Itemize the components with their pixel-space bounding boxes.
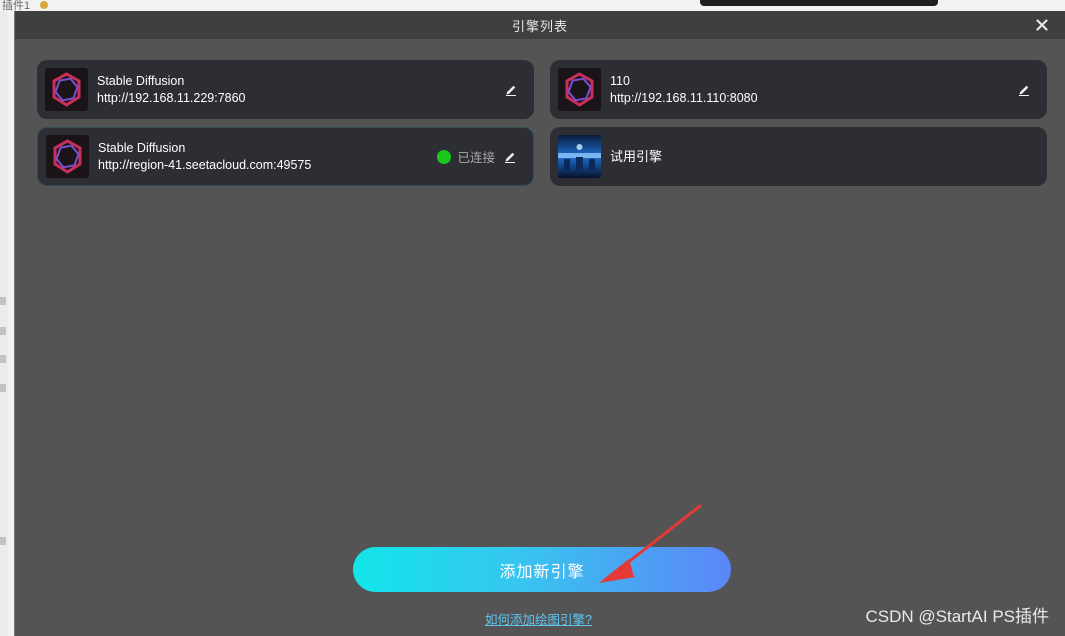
engine-text: Stable Diffusion http://region-41.seetac… — [98, 140, 311, 174]
background-app-dot-icon — [40, 1, 48, 9]
engine-card[interactable]: 110 http://192.168.11.110:8080 — [550, 60, 1047, 119]
engine-card-trial[interactable]: 试用引擎 — [550, 127, 1047, 186]
close-icon — [1036, 19, 1048, 31]
status-label: 已连接 — [457, 151, 495, 165]
close-button[interactable] — [1033, 16, 1051, 34]
connection-status: 已连接 — [437, 147, 495, 166]
background-glyph — [0, 537, 6, 545]
engine-text: 110 http://192.168.11.110:8080 — [610, 73, 758, 107]
modal-title: 引擎列表 — [511, 18, 568, 34]
engine-name: 试用引擎 — [610, 149, 663, 164]
engine-card-connected[interactable]: Stable Diffusion http://region-41.seetac… — [37, 127, 534, 186]
trial-engine-thumbnail-icon — [558, 135, 601, 178]
engine-url: http://region-41.seetacloud.com:49575 — [98, 157, 312, 172]
engine-actions — [504, 60, 518, 119]
edit-button[interactable] — [504, 83, 518, 97]
background-dark-panel — [700, 0, 938, 6]
engine-text: 试用引擎 — [610, 148, 662, 165]
status-dot-icon — [437, 149, 452, 164]
engine-url: http://192.168.11.110:8080 — [610, 90, 758, 105]
engine-name: Stable Diffusion — [98, 140, 186, 155]
background-glyph — [0, 327, 6, 335]
modal-header: 引擎列表 — [15, 11, 1065, 39]
engine-grid: Stable Diffusion http://192.168.11.229:7… — [37, 60, 1047, 186]
edit-button[interactable] — [1017, 83, 1031, 97]
stable-diffusion-logo-icon — [558, 68, 601, 111]
watermark: CSDN @StartAI PS插件 — [865, 607, 1049, 626]
engine-actions: 已连接 — [437, 128, 517, 185]
background-glyph — [0, 384, 6, 392]
pencil-icon — [506, 85, 516, 96]
engine-list-modal: 引擎列表 Stable Diffusion http://192.168.11.… — [14, 11, 1065, 636]
add-engine-button[interactable]: 添加新引擎 — [353, 547, 731, 592]
background-left-strip — [0, 12, 8, 636]
engine-name: 110 — [610, 73, 630, 88]
how-to-add-engine-link[interactable]: 如何添加绘图引擎? — [485, 609, 592, 628]
engine-text: Stable Diffusion http://192.168.11.229:7… — [97, 73, 246, 107]
engine-card[interactable]: Stable Diffusion http://192.168.11.229:7… — [37, 60, 534, 119]
engine-name: Stable Diffusion — [97, 73, 185, 88]
pencil-icon — [505, 152, 515, 163]
stable-diffusion-logo-icon — [45, 68, 88, 111]
edit-button[interactable] — [503, 150, 517, 164]
background-glyph — [0, 297, 6, 305]
engine-actions — [1017, 60, 1031, 119]
pencil-icon — [1019, 85, 1029, 96]
background-glyph — [0, 355, 6, 363]
stable-diffusion-logo-icon — [46, 135, 89, 178]
engine-url: http://192.168.11.229:7860 — [97, 90, 246, 105]
